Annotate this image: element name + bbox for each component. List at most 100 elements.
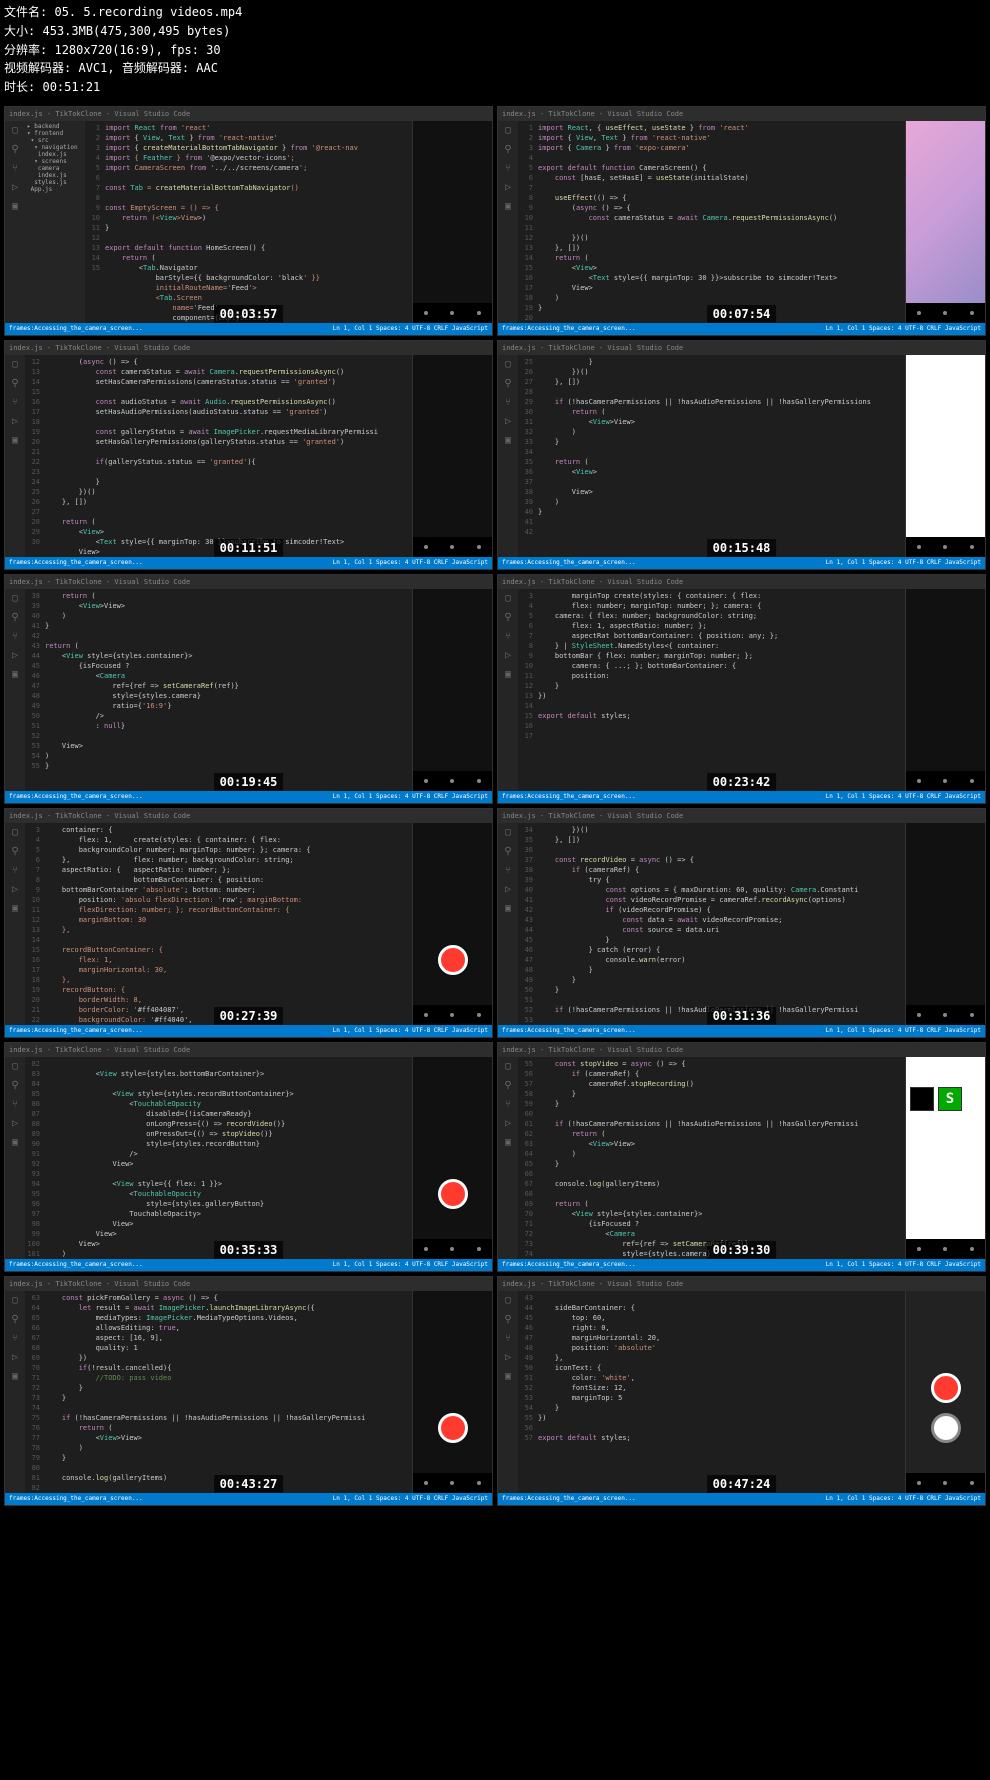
- git-icon[interactable]: ⑂: [12, 163, 18, 174]
- code-content[interactable]: return ( <View>View> ) } return ( <View …: [43, 589, 412, 791]
- activity-bar[interactable]: ▢⚲⑂▷▣: [498, 1291, 518, 1493]
- files-icon[interactable]: ▢: [12, 1295, 18, 1306]
- files-icon[interactable]: ▢: [12, 125, 18, 136]
- search-icon[interactable]: ⚲: [11, 1080, 18, 1091]
- git-icon[interactable]: ⑂: [505, 865, 511, 876]
- code-content[interactable]: container: { flex: 1, create(styles: { c…: [43, 823, 412, 1025]
- search-icon[interactable]: ⚲: [504, 378, 511, 389]
- git-icon[interactable]: ⑂: [12, 865, 18, 876]
- extensions-icon[interactable]: ▣: [505, 1371, 511, 1382]
- search-icon[interactable]: ⚲: [504, 612, 511, 623]
- code-editor[interactable]: 123456789101112131415 import React from …: [85, 121, 412, 323]
- activity-bar[interactable]: ▢⚲⑂▷▣: [5, 355, 25, 557]
- activity-bar[interactable]: ▢ ⚲ ⑂ ▷ ▣: [5, 121, 25, 323]
- video-thumbnail[interactable]: index.js - TikTokClone - Visual Studio C…: [497, 574, 986, 804]
- files-icon[interactable]: ▢: [12, 827, 18, 838]
- activity-bar[interactable]: ▢ ⚲ ⑂ ▷ ▣: [5, 823, 25, 1025]
- debug-icon[interactable]: ▷: [505, 884, 511, 895]
- code-content[interactable]: const pickFromGallery = async () => { le…: [43, 1291, 412, 1493]
- debug-icon[interactable]: ▷: [505, 416, 511, 427]
- extensions-icon[interactable]: ▣: [12, 669, 18, 680]
- video-thumbnail[interactable]: index.js - TikTokClone - Visual Studio C…: [497, 340, 986, 570]
- activity-bar[interactable]: ▢⚲⑂▷▣: [498, 121, 518, 323]
- search-icon[interactable]: ⚲: [11, 846, 18, 857]
- git-icon[interactable]: ⑂: [505, 1099, 511, 1110]
- code-content[interactable]: sideBarContainer: { top: 60, right: 0, m…: [536, 1291, 905, 1493]
- video-thumbnail[interactable]: index.js - TikTokClone - Visual Studio C…: [4, 574, 493, 804]
- video-thumbnail[interactable]: index.js - TikTokClone - Visual Studio C…: [4, 340, 493, 570]
- debug-icon[interactable]: ▷: [505, 182, 511, 193]
- code-editor[interactable]: 1234567891011121314151617181920 import R…: [518, 121, 905, 323]
- video-thumbnail[interactable]: index.js - TikTokClone - Visual Studio C…: [4, 1042, 493, 1272]
- code-content[interactable]: <View style={styles.bottomBarContainer}>…: [43, 1057, 412, 1259]
- code-content[interactable]: } })() }, []) if (!hasCameraPermissions …: [536, 355, 905, 557]
- debug-icon[interactable]: ▷: [12, 650, 18, 661]
- video-thumbnail[interactable]: index.js - TikTokClone - Visual Studio C…: [4, 808, 493, 1038]
- git-icon[interactable]: ⑂: [505, 1333, 511, 1344]
- extensions-icon[interactable]: ▣: [12, 1371, 18, 1382]
- git-icon[interactable]: ⑂: [505, 397, 511, 408]
- activity-bar[interactable]: ▢⚲⑂▷▣: [5, 1057, 25, 1259]
- files-icon[interactable]: ▢: [12, 359, 18, 370]
- code-content[interactable]: import React from 'react' import { View,…: [103, 121, 412, 323]
- code-editor[interactable]: 434445464748495051525354555657 sideBarCo…: [518, 1291, 905, 1493]
- code-editor[interactable]: 8283848586878889909192939495969798991001…: [25, 1057, 412, 1259]
- files-icon[interactable]: ▢: [505, 359, 511, 370]
- code-content[interactable]: })() }, []) const recordVideo = async ()…: [536, 823, 905, 1025]
- files-icon[interactable]: ▢: [505, 1061, 511, 1072]
- code-content[interactable]: const stopVideo = async () => { if (came…: [536, 1057, 905, 1259]
- extensions-icon[interactable]: ▣: [505, 201, 511, 212]
- code-editor[interactable]: 6364656667686970717273747576777879808182…: [25, 1291, 412, 1493]
- search-icon[interactable]: ⚲: [11, 1314, 18, 1325]
- search-icon[interactable]: ⚲: [11, 378, 18, 389]
- extensions-icon[interactable]: ▣: [505, 435, 511, 446]
- code-content[interactable]: marginTop create(styles: { container: { …: [536, 589, 905, 791]
- video-thumbnail[interactable]: index.js - TikTokClone - Visual Studio C…: [497, 1042, 986, 1272]
- extensions-icon[interactable]: ▣: [12, 435, 18, 446]
- video-thumbnail[interactable]: index.js - TikTokClone - Visual Studio C…: [497, 1276, 986, 1506]
- files-icon[interactable]: ▢: [505, 593, 511, 604]
- search-icon[interactable]: ⚲: [11, 144, 18, 155]
- activity-bar[interactable]: ▢ ⚲ ⑂ ▷ ▣: [498, 823, 518, 1025]
- files-icon[interactable]: ▢: [505, 1295, 511, 1306]
- activity-bar[interactable]: ▢ ⚲ ⑂ ▷ ▣: [498, 589, 518, 791]
- search-icon[interactable]: ⚲: [504, 846, 511, 857]
- video-thumbnail[interactable]: index.js - TikTokClone - Visual Studio C…: [4, 106, 493, 336]
- code-content[interactable]: (async () => { const cameraStatus = awai…: [43, 355, 412, 557]
- code-editor[interactable]: 383940414243444546474849505152535455 ret…: [25, 589, 412, 791]
- search-icon[interactable]: ⚲: [11, 612, 18, 623]
- debug-icon[interactable]: ▷: [12, 182, 18, 193]
- git-icon[interactable]: ⑂: [12, 631, 18, 642]
- video-thumbnail[interactable]: index.js - TikTokClone - Visual Studio C…: [497, 808, 986, 1038]
- activity-bar[interactable]: ▢⚲⑂▷▣: [5, 1291, 25, 1493]
- extensions-icon[interactable]: ▣: [505, 1137, 511, 1148]
- files-icon[interactable]: ▢: [12, 1061, 18, 1072]
- debug-icon[interactable]: ▷: [12, 1118, 18, 1129]
- activity-bar[interactable]: ▢⚲⑂▷▣: [498, 1057, 518, 1259]
- activity-bar[interactable]: ▢ ⚲ ⑂ ▷ ▣: [498, 355, 518, 557]
- file-explorer[interactable]: ▸ backend▾ frontend ▾ src ▾ navigation i…: [25, 121, 85, 323]
- debug-icon[interactable]: ▷: [505, 650, 511, 661]
- git-icon[interactable]: ⑂: [12, 1333, 18, 1344]
- search-icon[interactable]: ⚲: [504, 144, 511, 155]
- video-thumbnail[interactable]: index.js - TikTokClone - Visual Studio C…: [4, 1276, 493, 1506]
- code-editor[interactable]: 3435363738394041424344454647484950515253…: [518, 823, 905, 1025]
- extensions-icon[interactable]: ▣: [12, 903, 18, 914]
- extensions-icon[interactable]: ▣: [12, 1137, 18, 1148]
- debug-icon[interactable]: ▷: [12, 416, 18, 427]
- code-editor[interactable]: 3456789101112131415161718192021222324252…: [25, 823, 412, 1025]
- video-thumbnail[interactable]: index.js - TikTokClone - Visual Studio C…: [497, 106, 986, 336]
- extensions-icon[interactable]: ▣: [12, 201, 18, 212]
- debug-icon[interactable]: ▷: [505, 1118, 511, 1129]
- git-icon[interactable]: ⑂: [505, 631, 511, 642]
- search-icon[interactable]: ⚲: [504, 1314, 511, 1325]
- debug-icon[interactable]: ▷: [12, 884, 18, 895]
- extensions-icon[interactable]: ▣: [505, 669, 511, 680]
- code-editor[interactable]: 252627282930313233343536373839404142 } }…: [518, 355, 905, 557]
- files-icon[interactable]: ▢: [505, 827, 511, 838]
- code-editor[interactable]: 12131415161718192021222324252627282930 (…: [25, 355, 412, 557]
- code-content[interactable]: import React, { useEffect, useState } fr…: [536, 121, 905, 323]
- activity-bar[interactable]: ▢⚲⑂▷▣: [5, 589, 25, 791]
- extensions-icon[interactable]: ▣: [505, 903, 511, 914]
- git-icon[interactable]: ⑂: [505, 163, 511, 174]
